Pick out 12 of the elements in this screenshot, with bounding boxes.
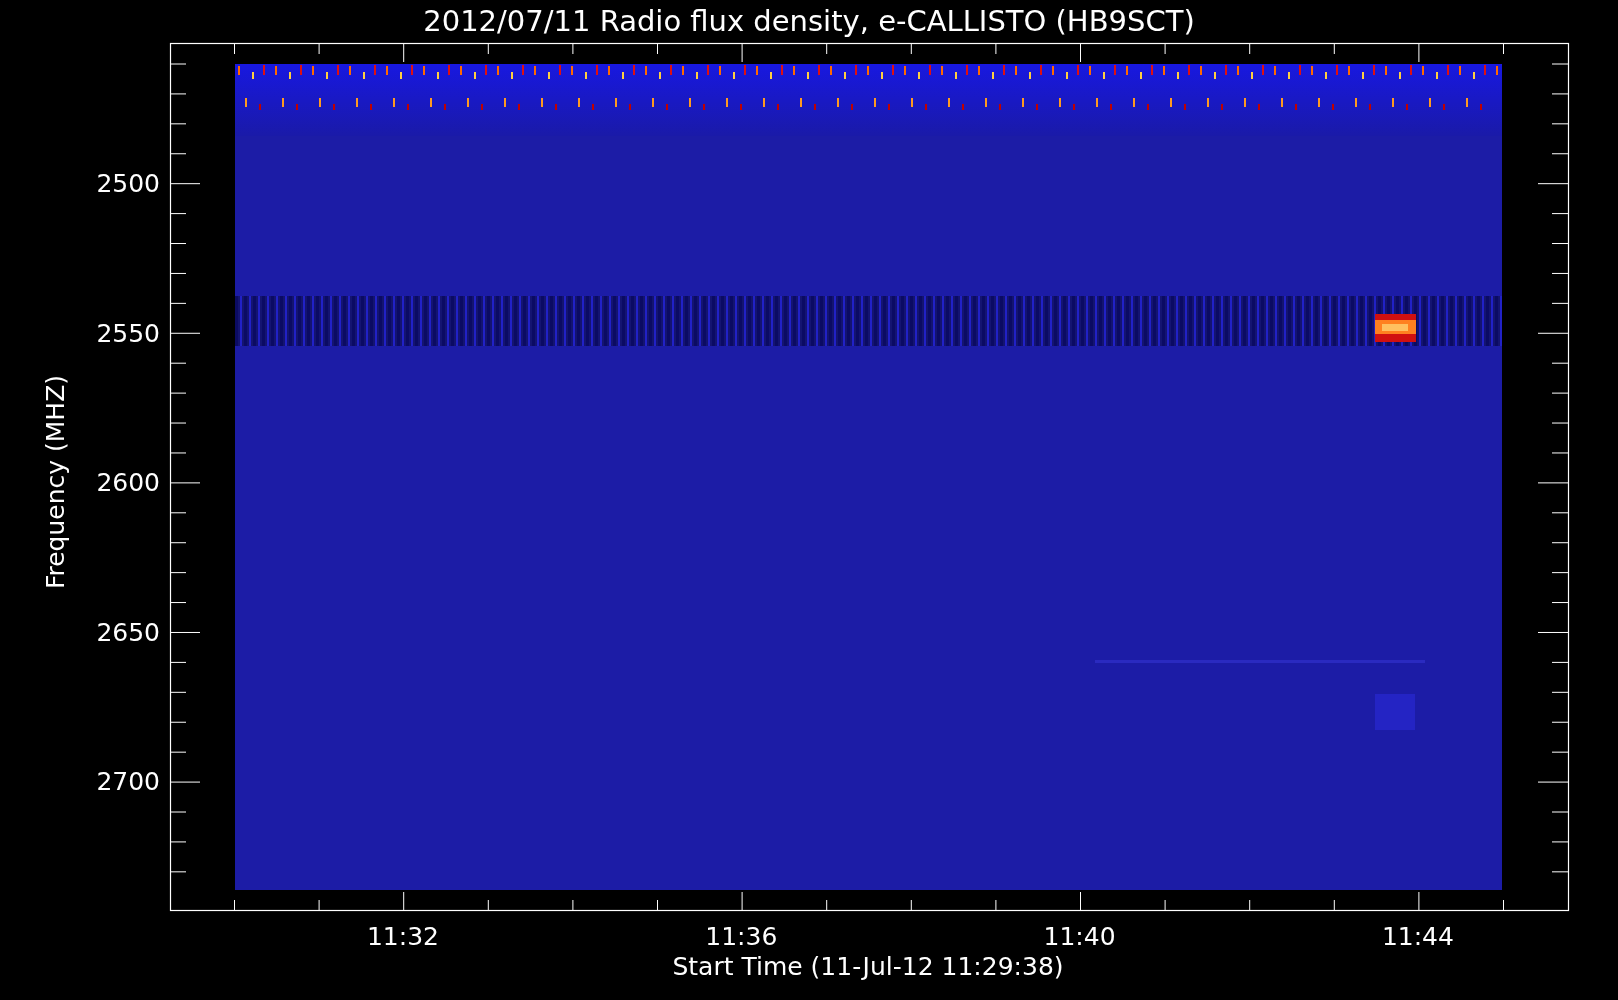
x-tick-label: 11:40 (1043, 922, 1116, 951)
y-tick-label: 2700 (96, 767, 160, 797)
y-tick-label: 2500 (96, 169, 160, 198)
y-axis-label: Frequency (MHZ) (41, 374, 70, 590)
x-tick-label: 11:44 (1381, 922, 1454, 951)
y-tick-label: 2600 (96, 468, 160, 498)
y-tick-label: 2650 (96, 617, 160, 647)
x-axis-label: Start Time (11-Jul-12 11:29:38) (672, 952, 1064, 981)
plot-title: 2012/07/11 Radio flux density, e-CALLISTO (HB9SCT) (423, 4, 1195, 38)
y-tick-label: 2550 (96, 318, 160, 348)
x-tick-label: 11:32 (367, 922, 439, 951)
x-tick-label: 11:36 (705, 922, 778, 951)
